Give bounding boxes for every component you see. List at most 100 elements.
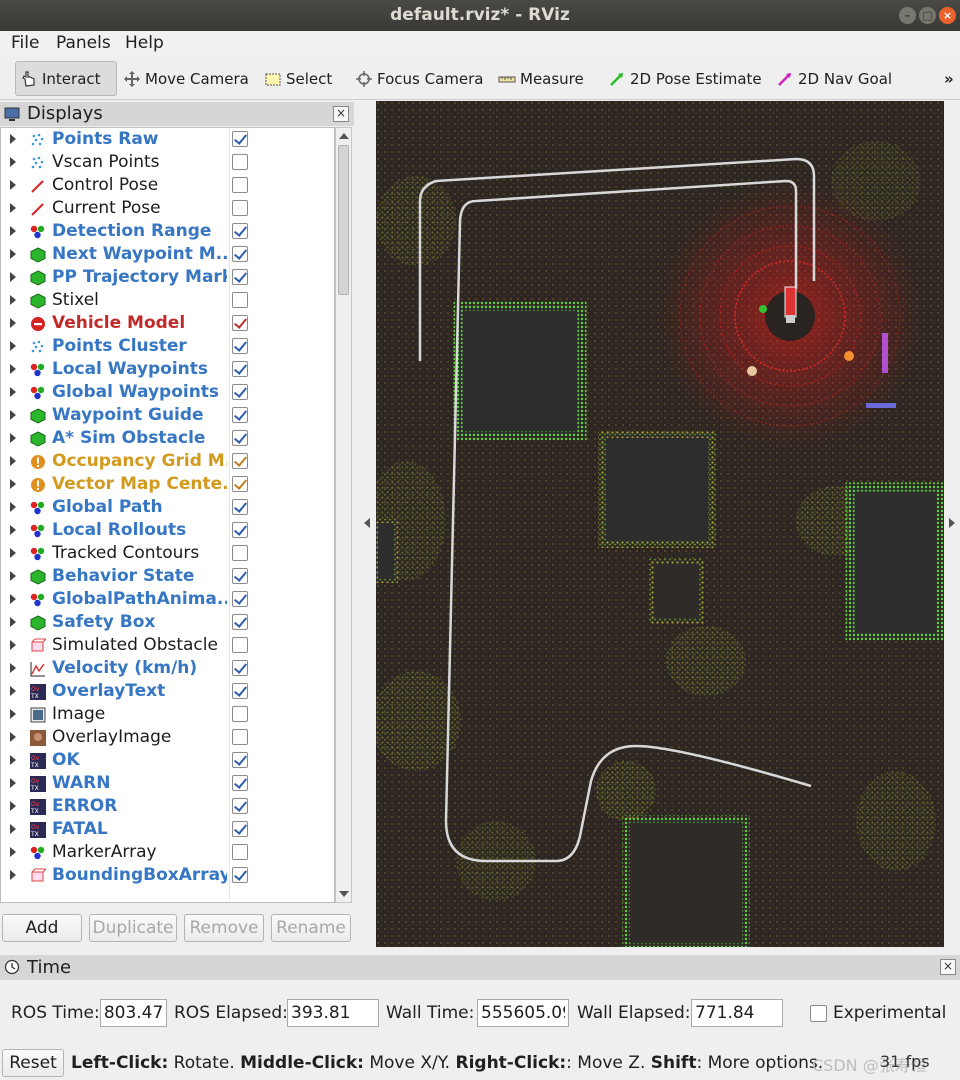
display-row[interactable]: Vscan Points [1,151,334,174]
add-button[interactable]: Add [2,914,82,942]
display-row[interactable]: Ov TX WARN [1,772,334,795]
display-row[interactable]: Control Pose [1,174,334,197]
expand-arrow-icon[interactable] [10,134,16,144]
ros-time-field[interactable] [100,999,167,1027]
display-enabled-checkbox[interactable] [232,246,248,262]
display-enabled-checkbox[interactable] [232,292,248,308]
scrollbar-thumb[interactable] [338,145,349,295]
display-row[interactable]: Local Waypoints [1,358,334,381]
display-row[interactable]: Ov TX ERROR [1,795,334,818]
menu-help[interactable]: Help [125,33,164,53]
expand-arrow-icon[interactable] [10,778,16,788]
display-row[interactable]: Detection Range [1,220,334,243]
display-enabled-checkbox[interactable] [232,430,248,446]
tool-interact[interactable]: Interact [15,61,117,96]
menu-file[interactable]: File [11,33,39,53]
display-enabled-checkbox[interactable] [232,545,248,561]
display-row[interactable]: Velocity (km/h) [1,657,334,680]
display-row[interactable]: Vector Map Cente... [1,473,334,496]
display-enabled-checkbox[interactable] [232,407,248,423]
expand-arrow-icon[interactable] [10,548,16,558]
expand-arrow-icon[interactable] [10,410,16,420]
display-enabled-checkbox[interactable] [232,361,248,377]
collapse-left-icon[interactable] [364,518,370,528]
expand-arrow-icon[interactable] [10,364,16,374]
display-enabled-checkbox[interactable] [232,453,248,469]
expand-arrow-icon[interactable] [10,180,16,190]
remove-button[interactable]: Remove [184,914,264,942]
display-row[interactable]: Simulated Obstacle [1,634,334,657]
expand-arrow-icon[interactable] [10,847,16,857]
expand-arrow-icon[interactable] [10,525,16,535]
display-enabled-checkbox[interactable] [232,131,248,147]
display-enabled-checkbox[interactable] [232,200,248,216]
render-viewport[interactable] [376,101,944,947]
expand-arrow-icon[interactable] [10,318,16,328]
display-row[interactable]: Waypoint Guide [1,404,334,427]
expand-arrow-icon[interactable] [10,640,16,650]
display-row[interactable]: Image [1,703,334,726]
expand-arrow-icon[interactable] [10,755,16,765]
expand-arrow-icon[interactable] [10,663,16,673]
display-row[interactable]: Ov TX FATAL [1,818,334,841]
point-cloud-map[interactable] [376,101,944,947]
display-enabled-checkbox[interactable] [232,775,248,791]
tool-select[interactable]: Select [260,61,336,96]
tool-focus-camera[interactable]: Focus Camera [351,61,487,96]
expand-arrow-icon[interactable] [10,203,16,213]
tool-move-camera[interactable]: Move Camera [119,61,253,96]
display-enabled-checkbox[interactable] [232,821,248,837]
display-row[interactable]: Tracked Contours [1,542,334,565]
display-row[interactable]: Stixel [1,289,334,312]
expand-arrow-icon[interactable] [10,824,16,834]
tool-2d-pose-estimate[interactable]: 2D Pose Estimate [604,61,766,96]
display-row[interactable]: GlobalPathAnima... [1,588,334,611]
minimize-icon[interactable]: – [899,7,916,24]
display-enabled-checkbox[interactable] [232,568,248,584]
display-enabled-checkbox[interactable] [232,177,248,193]
display-enabled-checkbox[interactable] [232,614,248,630]
display-enabled-checkbox[interactable] [232,338,248,354]
display-row[interactable]: Points Cluster [1,335,334,358]
duplicate-button[interactable]: Duplicate [89,914,177,942]
expand-arrow-icon[interactable] [10,801,16,811]
expand-arrow-icon[interactable] [10,226,16,236]
display-enabled-checkbox[interactable] [232,315,248,331]
display-row[interactable]: Current Pose [1,197,334,220]
maximize-icon[interactable]: □ [919,7,936,24]
rename-button[interactable]: Rename [271,914,351,942]
scroll-up-icon[interactable] [339,132,349,140]
tool-measure[interactable]: Measure [494,61,588,96]
display-enabled-checkbox[interactable] [232,660,248,676]
close-icon[interactable]: × [939,7,956,24]
display-row[interactable]: A* Sim Obstacle [1,427,334,450]
wall-elapsed-field[interactable] [691,999,783,1027]
display-row[interactable]: OverlayImage [1,726,334,749]
display-enabled-checkbox[interactable] [232,867,248,883]
expand-arrow-icon[interactable] [10,686,16,696]
display-row[interactable]: Safety Box [1,611,334,634]
expand-arrow-icon[interactable] [10,479,16,489]
display-enabled-checkbox[interactable] [232,384,248,400]
expand-arrow-icon[interactable] [10,433,16,443]
display-enabled-checkbox[interactable] [232,706,248,722]
expand-arrow-icon[interactable] [10,594,16,604]
expand-arrow-icon[interactable] [10,249,16,259]
display-enabled-checkbox[interactable] [232,269,248,285]
display-enabled-checkbox[interactable] [232,499,248,515]
expand-arrow-icon[interactable] [10,617,16,627]
scroll-down-icon[interactable] [339,890,349,898]
display-row[interactable]: PP Trajectory Mark [1,266,334,289]
expand-arrow-icon[interactable] [10,732,16,742]
display-row[interactable]: MarkerArray [1,841,334,864]
display-row[interactable]: Vehicle Model [1,312,334,335]
display-row[interactable]: Global Path [1,496,334,519]
time-close-icon[interactable]: × [940,959,956,975]
display-enabled-checkbox[interactable] [232,729,248,745]
displays-scrollbar[interactable] [335,127,352,903]
display-enabled-checkbox[interactable] [232,683,248,699]
ros-elapsed-field[interactable] [287,999,379,1027]
display-row[interactable]: Behavior State [1,565,334,588]
display-enabled-checkbox[interactable] [232,798,248,814]
toolbar-overflow-button[interactable]: » [940,61,958,96]
